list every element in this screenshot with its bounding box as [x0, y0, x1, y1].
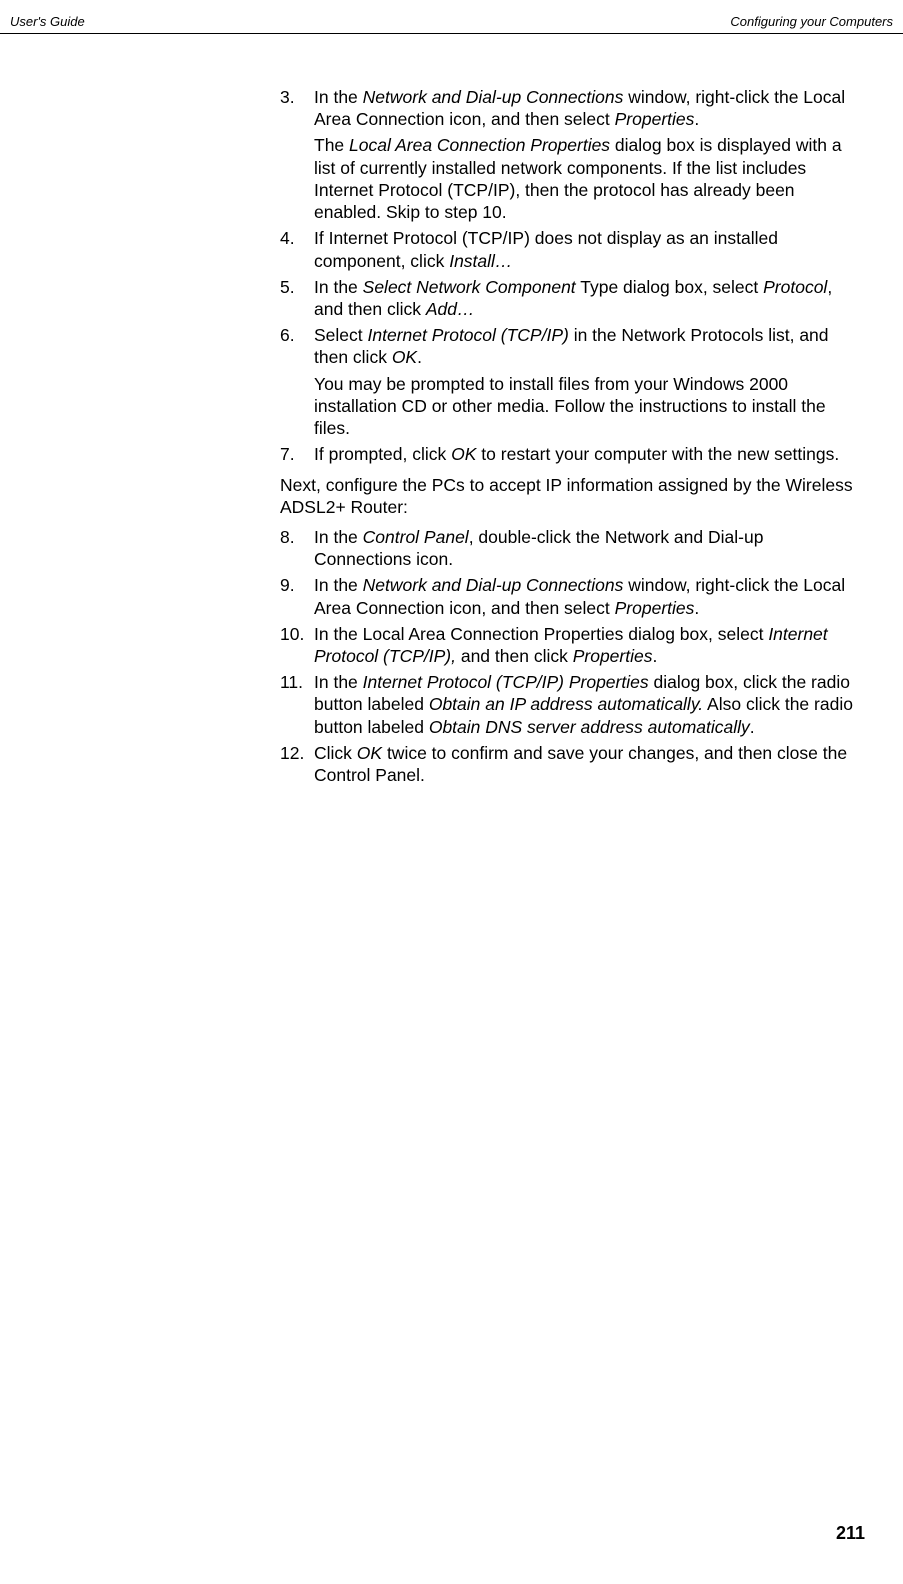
- mid-paragraph: Next, configure the PCs to accept IP inf…: [280, 474, 860, 518]
- step-number: 6.: [280, 324, 314, 368]
- step-3-sub: The Local Area Connection Properties dia…: [314, 134, 860, 223]
- step-number: 12.: [280, 742, 314, 786]
- step-text: Select Internet Protocol (TCP/IP) in the…: [314, 324, 860, 368]
- step-number: 11.: [280, 671, 314, 738]
- page-header: User's Guide Configuring your Computers: [0, 0, 903, 34]
- step-11: 11. In the Internet Protocol (TCP/IP) Pr…: [280, 671, 860, 738]
- header-right: Configuring your Computers: [730, 14, 893, 29]
- step-text: In the Control Panel, double-click the N…: [314, 526, 860, 570]
- step-text: In the Internet Protocol (TCP/IP) Proper…: [314, 671, 860, 738]
- step-7: 7. If prompted, click OK to restart your…: [280, 443, 860, 465]
- step-number: 7.: [280, 443, 314, 465]
- step-number: 9.: [280, 574, 314, 618]
- step-text: In the Network and Dial-up Connections w…: [314, 86, 860, 130]
- step-6: 6. Select Internet Protocol (TCP/IP) in …: [280, 324, 860, 368]
- step-number: 4.: [280, 227, 314, 271]
- step-3: 3. In the Network and Dial-up Connection…: [280, 86, 860, 130]
- step-6-sub: You may be prompted to install files fro…: [314, 373, 860, 440]
- step-text: In the Local Area Connection Properties …: [314, 623, 860, 667]
- step-number: 10.: [280, 623, 314, 667]
- step-4: 4. If Internet Protocol (TCP/IP) does no…: [280, 227, 860, 271]
- step-5: 5. In the Select Network Component Type …: [280, 276, 860, 320]
- step-9: 9. In the Network and Dial-up Connection…: [280, 574, 860, 618]
- content-area: 3. In the Network and Dial-up Connection…: [0, 34, 870, 786]
- step-number: 5.: [280, 276, 314, 320]
- step-10: 10. In the Local Area Connection Propert…: [280, 623, 860, 667]
- step-number: 3.: [280, 86, 314, 130]
- page-number: 211: [836, 1523, 865, 1544]
- step-12: 12. Click OK twice to confirm and save y…: [280, 742, 860, 786]
- step-text: If prompted, click OK to restart your co…: [314, 443, 860, 465]
- step-text: In the Network and Dial-up Connections w…: [314, 574, 860, 618]
- step-text: Click OK twice to confirm and save your …: [314, 742, 860, 786]
- step-8: 8. In the Control Panel, double-click th…: [280, 526, 860, 570]
- header-left: User's Guide: [10, 14, 85, 29]
- step-number: 8.: [280, 526, 314, 570]
- step-text: In the Select Network Component Type dia…: [314, 276, 860, 320]
- step-text: If Internet Protocol (TCP/IP) does not d…: [314, 227, 860, 271]
